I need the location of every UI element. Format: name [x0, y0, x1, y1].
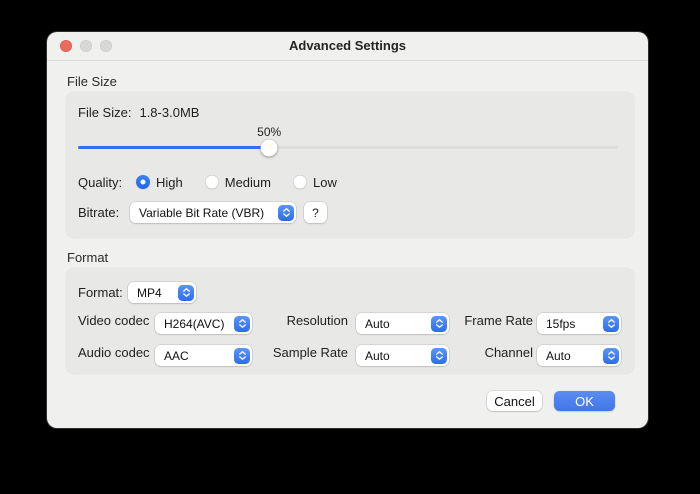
radio-label-low: Low	[313, 174, 337, 190]
format-panel: Format: MP4 Video codec H264(AVC) Resolu…	[66, 268, 634, 374]
title-bar[interactable]: Advanced Settings	[47, 32, 648, 61]
chevron-updown-icon	[178, 284, 194, 301]
bitrate-value: Variable Bit Rate (VBR)	[139, 205, 265, 220]
radio-icon-low[interactable]	[293, 175, 307, 189]
chevron-updown-icon	[603, 315, 619, 332]
chevron-updown-icon	[278, 204, 294, 221]
chevron-updown-icon	[234, 347, 250, 364]
radio-quality-low[interactable]: Low	[293, 175, 337, 190]
close-icon[interactable]	[60, 40, 72, 52]
slider-thumb[interactable]	[260, 139, 278, 156]
resolution-label: Resolution	[286, 313, 348, 328]
audio-codec-label: Audio codec	[78, 345, 150, 360]
video-codec-label: Video codec	[78, 313, 150, 328]
slider-fill	[78, 146, 270, 149]
minimize-icon[interactable]	[80, 40, 92, 52]
frame-rate-label: Frame Rate	[464, 313, 533, 328]
format-select[interactable]: MP4	[128, 282, 196, 303]
file-size-value: 1.8-3.0MB	[139, 105, 200, 120]
resolution-select[interactable]: Auto	[356, 313, 449, 334]
format-value: MP4	[137, 285, 162, 300]
file-size-label: File Size:	[78, 105, 132, 120]
resolution-value: Auto	[365, 316, 390, 331]
help-button[interactable]: ?	[304, 202, 327, 223]
video-codec-value: H264(AVC)	[164, 316, 225, 331]
channel-value: Auto	[546, 348, 571, 363]
bitrate-select[interactable]: Variable Bit Rate (VBR)	[130, 202, 296, 223]
quality-label: Quality:	[78, 174, 123, 190]
channel-select[interactable]: Auto	[537, 345, 621, 366]
slider-value-label: 50%	[257, 125, 282, 139]
frame-rate-value: 15fps	[546, 316, 576, 331]
file-size-slider[interactable]: 50%	[78, 125, 618, 159]
cancel-button[interactable]: Cancel	[487, 391, 542, 411]
radio-icon-medium[interactable]	[204, 175, 219, 189]
sample-rate-value: Auto	[365, 348, 390, 363]
chevron-updown-icon	[234, 315, 250, 332]
zoom-icon[interactable]	[100, 40, 112, 52]
radio-quality-medium[interactable]: Medium	[204, 174, 271, 190]
sample-rate-label: Sample Rate	[272, 345, 348, 360]
ok-button[interactable]: OK	[554, 391, 615, 411]
format-group-label: Format	[67, 250, 109, 265]
sample-rate-select[interactable]: Auto	[356, 345, 449, 366]
audio-codec-value: AAC	[164, 348, 189, 363]
radio-icon-high[interactable]	[136, 175, 150, 189]
advanced-settings-dialog: Advanced Settings File Size File Size: 1…	[47, 32, 648, 428]
frame-rate-select[interactable]: 15fps	[537, 313, 621, 334]
slider-track[interactable]	[78, 139, 618, 156]
radio-label-high: High	[156, 174, 183, 190]
chevron-updown-icon	[603, 347, 619, 364]
bitrate-label: Bitrate:	[78, 205, 120, 220]
window-title: Advanced Settings	[288, 38, 407, 53]
radio-quality-high[interactable]: High	[136, 175, 183, 190]
channel-label: Channel	[484, 345, 533, 360]
file-size-group-label: File Size	[67, 74, 117, 89]
file-size-panel: File Size: 1.8-3.0MB 50% Quality: High M…	[66, 92, 634, 238]
video-codec-select[interactable]: H264(AVC)	[155, 313, 252, 334]
format-label: Format:	[78, 285, 123, 300]
audio-codec-select[interactable]: AAC	[155, 345, 252, 366]
radio-label-medium: Medium	[224, 174, 271, 190]
